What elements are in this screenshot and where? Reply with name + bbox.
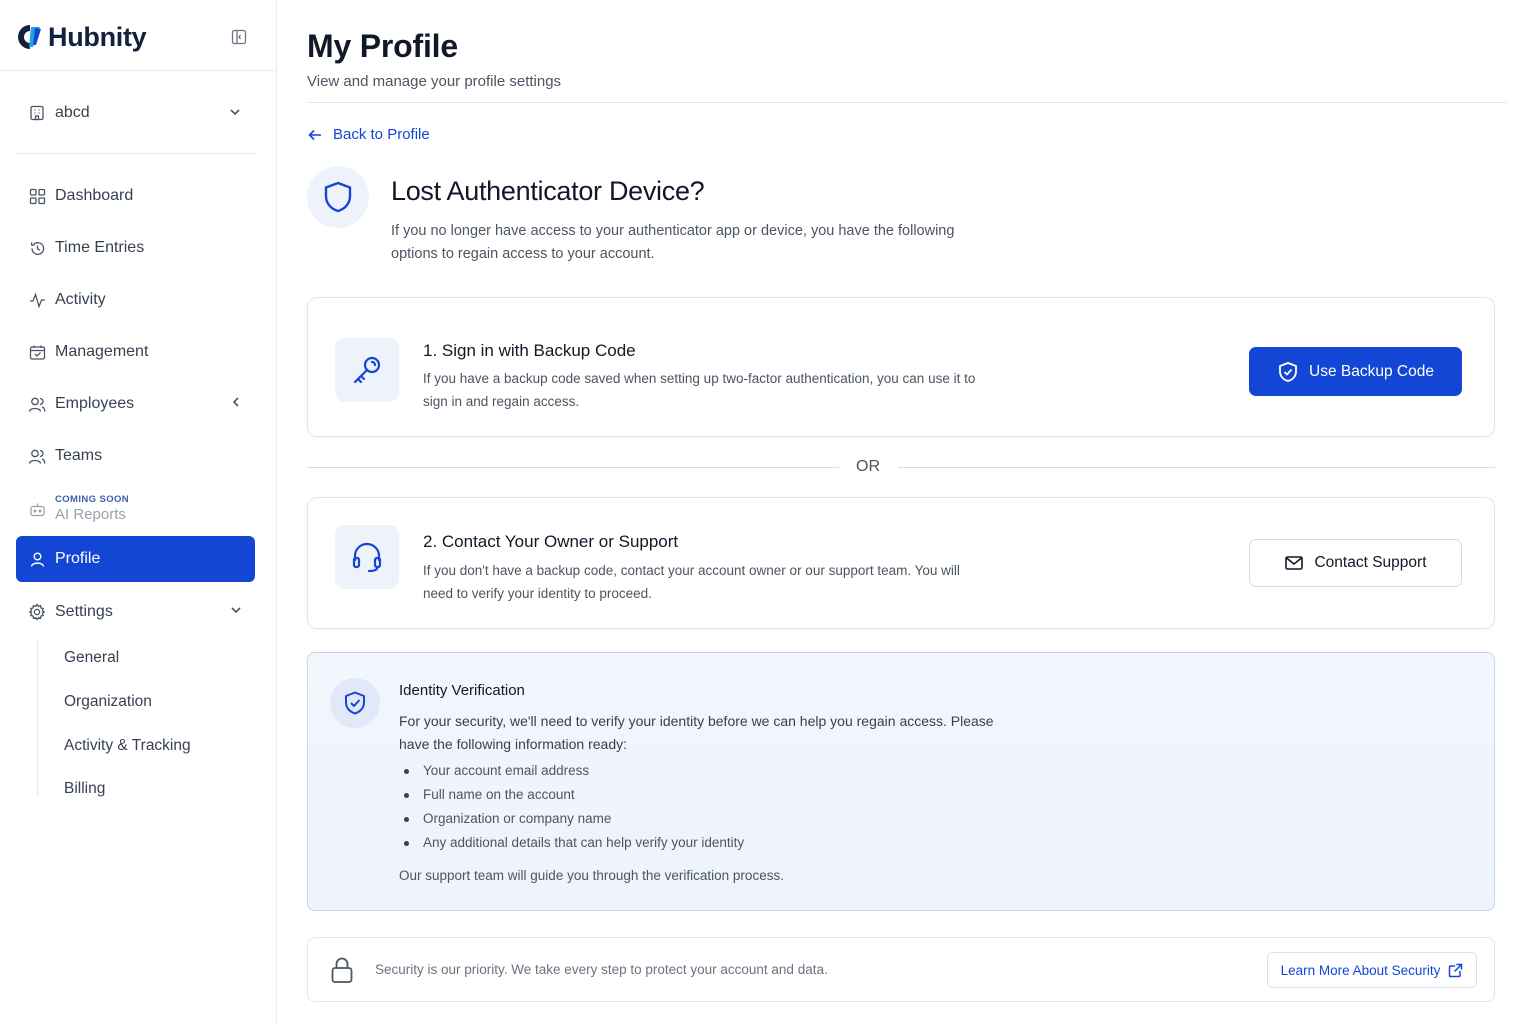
security-notice: Security is our priority. We take every … [307,937,1495,1002]
external-link-icon [1449,963,1463,977]
chevron-left-icon [232,397,239,407]
mail-icon [1285,556,1304,570]
sidebar-item-label: Dashboard [55,187,134,204]
or-divider: OR [307,456,1495,478]
grid-icon [28,187,46,205]
or-line-right [898,467,1495,468]
backup-code-card: 1. Sign in with Backup Code If you have … [307,297,1495,437]
sidebar-item-time-entries[interactable]: Time Entries [16,225,255,271]
arrow-left-icon [308,129,321,140]
shield-check-icon [1279,361,1297,382]
sidebar-item-label: AI Reports [55,506,126,523]
users-icon [28,447,46,465]
settings-sub-activity-tracking[interactable]: Activity & Tracking [48,728,248,764]
learn-more-label: Learn More About Security [1280,962,1441,978]
workspace-selector[interactable]: abcd [16,92,256,134]
shield-icon [324,181,352,213]
shield-check-icon [345,691,365,715]
list-item: Organization or company name [399,807,744,831]
users-icon [28,395,46,413]
sidebar-toggle-icon [231,29,247,45]
sidebar-item-label: Management [55,343,149,360]
headset-icon-badge [335,525,399,589]
hero-description: If you no longer have access to your aut… [391,223,955,262]
page-title: My Profile [307,28,458,64]
sidebar-item-label: Time Entries [55,239,145,256]
gear-icon [28,603,46,621]
sidebar-item-activity[interactable]: Activity [16,277,255,323]
activity-icon [28,291,46,309]
workspace-label: abcd [55,104,90,121]
main-content: My Profile View and manage your profile … [277,0,1536,1024]
settings-tree-line [37,640,38,795]
contact-support-label: Contact Support [1314,554,1427,571]
settings-sub-organization[interactable]: Organization [48,684,248,720]
hubnity-logo-icon [18,25,41,49]
header-divider [307,102,1507,103]
use-backup-code-label: Use Backup Code [1309,362,1434,380]
sidebar-item-profile[interactable]: Profile [16,536,255,582]
page-subtitle: View and manage your profile settings [307,73,562,90]
sidebar-item-ai-reports: COMING SOON AI Reports [16,486,255,532]
sidebar-item-label: Teams [55,447,103,464]
backup-code-title: 1. Sign in with Backup Code [423,341,636,360]
sidebar-item-label: Activity [55,291,106,308]
hero-title: Lost Authenticator Device? [391,176,705,206]
hero-shield-badge [307,166,369,228]
headset-icon [352,542,382,573]
history-icon [28,239,46,257]
sidebar-item-settings[interactable]: Settings [16,589,255,635]
sidebar-item-label: Settings [55,603,113,620]
identity-verification-panel: Identity Verification For your security,… [307,652,1495,911]
identity-requirements-list: Your account email address Full name on … [399,759,744,855]
user-icon [28,550,46,568]
brand-name: Hubnity [48,21,147,52]
sidebar-item-dashboard[interactable]: Dashboard [16,173,255,219]
contact-support-button[interactable]: Contact Support [1249,539,1462,587]
building-icon [30,105,44,121]
brand[interactable]: Hubnity [16,20,147,54]
key-icon [353,356,381,384]
key-icon-badge [335,338,399,402]
backup-code-description: If you have a backup code saved when set… [423,371,976,409]
sidebar-collapse-button[interactable] [228,27,250,47]
calendar-icon [28,343,46,361]
use-backup-code-button[interactable]: Use Backup Code [1249,347,1462,396]
list-item: Your account email address [399,759,744,783]
back-to-profile-link[interactable]: Back to Profile [307,126,430,143]
lock-icon [331,957,353,983]
bot-icon [28,500,46,518]
settings-sub-general[interactable]: General [48,640,248,676]
chevron-down-icon [231,607,241,614]
or-text: OR [856,458,880,475]
security-text: Security is our priority. We take every … [375,962,828,977]
sidebar-divider [0,70,277,71]
sidebar-divider [16,153,256,154]
settings-sub-billing[interactable]: Billing [48,771,248,807]
sidebar-item-label: Employees [55,395,135,412]
contact-support-description: If you don't have a backup code, contact… [423,563,960,601]
list-item: Any additional details that can help ver… [399,831,744,855]
list-item: Full name on the account [399,783,744,807]
or-line-left [307,467,839,468]
sidebar-item-label: Profile [55,550,101,567]
learn-more-security-button[interactable]: Learn More About Security [1267,952,1477,988]
back-link-label: Back to Profile [333,126,430,143]
identity-paragraph: For your security, we'll need to verify … [399,713,994,752]
coming-soon-badge: COMING SOON [55,494,130,505]
sidebar: Hubnity abcd Dashboard Time Entries Acti… [0,0,277,1024]
identity-title: Identity Verification [399,682,525,699]
sidebar-item-management[interactable]: Management [16,329,255,375]
chevron-down-icon [230,109,240,116]
sidebar-item-employees[interactable]: Employees [16,381,255,427]
contact-support-card: 2. Contact Your Owner or Support If you … [307,497,1495,629]
identity-footer: Our support team will guide you through … [399,868,784,883]
sidebar-item-teams[interactable]: Teams [16,433,255,479]
identity-badge [330,678,380,728]
contact-support-title: 2. Contact Your Owner or Support [423,532,679,551]
